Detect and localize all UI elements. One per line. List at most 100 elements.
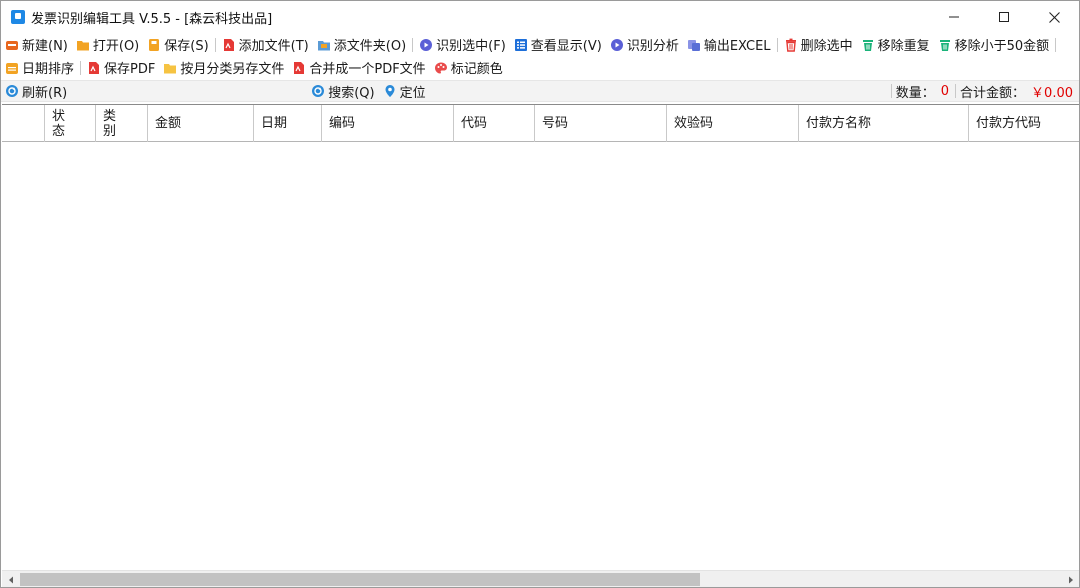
search-label: 搜索(Q) — [328, 85, 375, 101]
count-label: 数量： — [895, 85, 935, 101]
remove-duplicate-label: 移除重复 — [877, 39, 930, 54]
column-header-code[interactable]: 代码 — [454, 105, 535, 142]
add-file-button[interactable]: 添加文件(T) — [218, 34, 313, 56]
location-pin-icon — [383, 84, 397, 98]
new-label: 新建(N) — [22, 39, 68, 54]
app-logo-icon — [11, 10, 25, 24]
date-sort-label: 日期排序 — [22, 62, 75, 77]
add-file-label: 添加文件(T) — [238, 39, 309, 54]
date-sort-icon — [5, 61, 19, 75]
maximize-icon — [999, 12, 1009, 22]
toolbar-separator — [80, 60, 82, 75]
delete-selected-button[interactable]: 删除选中 — [780, 34, 857, 56]
table-header: 状态 类别 金额 日期 编码 代码 号码 效验码 付款方名称 付款方代码 — [2, 105, 1079, 142]
save-pdf-button[interactable]: 保存PDF — [83, 57, 159, 79]
remove-small-amount-button[interactable]: 移除小于50金额 — [934, 34, 1054, 56]
scroll-left-button[interactable] — [2, 571, 19, 588]
horizontal-scrollbar[interactable] — [2, 570, 1079, 587]
export-excel-label: 输出EXCEL — [703, 39, 771, 54]
remove-duplicate-button[interactable]: 移除重复 — [857, 34, 934, 56]
search-icon — [311, 84, 325, 98]
pdf-add-icon — [222, 38, 236, 52]
recognize-icon — [419, 38, 433, 52]
view-display-button[interactable]: 查看显示(V) — [510, 34, 606, 56]
column-header-serial[interactable]: 编码 — [322, 105, 454, 142]
window-controls — [929, 1, 1079, 33]
save-button[interactable]: 保存(S) — [143, 34, 212, 56]
refresh-label: 刷新(R) — [22, 85, 68, 101]
scroll-right-button[interactable] — [1062, 571, 1079, 588]
locate-label: 定位 — [399, 85, 426, 101]
count-value: 0 — [940, 83, 950, 99]
mark-color-label: 标记颜色 — [450, 62, 503, 77]
column-header-date[interactable]: 日期 — [254, 105, 322, 142]
search-toolbar: 刷新(R) 搜索(Q) 定位 数量： 0 合计金额： ￥0.00 — [1, 80, 1079, 102]
invoice-table[interactable]: 状态 类别 金额 日期 编码 代码 号码 效验码 付款方名称 付款方代码 — [2, 104, 1079, 569]
add-folder-button[interactable]: 添文件夹(O) — [313, 34, 410, 56]
toolbar-separator — [1055, 37, 1057, 52]
open-button[interactable]: 打开(O) — [72, 34, 143, 56]
pdf-save-icon — [87, 61, 101, 75]
recognize-selected-label: 识别选中(F) — [436, 39, 506, 54]
column-header-number[interactable]: 号码 — [535, 105, 667, 142]
toolbar-separator — [214, 37, 216, 52]
remove-duplicate-icon — [861, 38, 875, 52]
delete-selected-label: 删除选中 — [800, 39, 853, 54]
maximize-button[interactable] — [979, 1, 1029, 33]
secondary-toolbar: 日期排序 保存PDF 按月分类另存文件 合并成一个PDF文件 标记颜色 — [1, 56, 507, 79]
new-button[interactable]: 新建(N) — [1, 34, 72, 56]
folder-open-icon — [76, 38, 90, 52]
save-by-month-label: 按月分类另存文件 — [180, 62, 285, 77]
remove-small-amount-label: 移除小于50金额 — [954, 39, 1050, 54]
app-window: 发票识别编辑工具 V.5.5 - [森云科技出品] 新建(N) 打开(O) 保存… — [0, 0, 1080, 588]
merge-pdf-label: 合并成一个PDF文件 — [309, 62, 426, 77]
view-display-label: 查看显示(V) — [530, 39, 602, 54]
total-amount-value: ￥0.00 — [1031, 85, 1073, 101]
merge-pdf-button[interactable]: 合并成一个PDF文件 — [288, 57, 429, 79]
close-button[interactable] — [1029, 1, 1079, 33]
summary-area: 数量： 0 合计金额： ￥0.00 — [890, 81, 1079, 101]
excel-export-icon — [687, 38, 701, 52]
window-title: 发票识别编辑工具 V.5.5 - [森云科技出品] — [31, 11, 273, 27]
column-header-check-code[interactable]: 效验码 — [667, 105, 799, 142]
scroll-left-icon — [8, 576, 13, 583]
column-header-status[interactable]: 状态 — [45, 105, 96, 142]
title-bar[interactable]: 发票识别编辑工具 V.5.5 - [森云科技出品] — [1, 1, 1079, 33]
scrollbar-thumb[interactable] — [20, 573, 700, 586]
palette-icon — [434, 61, 448, 75]
pdf-merge-icon — [292, 61, 306, 75]
column-header-payer-name[interactable]: 付款方名称 — [799, 105, 969, 142]
toolbar-separator — [776, 37, 778, 52]
toolbar-separator — [412, 37, 414, 52]
analyze-button[interactable]: 识别分析 — [606, 34, 683, 56]
folder-month-icon — [163, 61, 177, 75]
date-sort-button[interactable]: 日期排序 — [1, 57, 78, 79]
save-pdf-label: 保存PDF — [104, 62, 156, 77]
minimize-button[interactable] — [929, 1, 979, 33]
scroll-right-icon — [1068, 576, 1073, 583]
new-icon — [5, 38, 19, 52]
export-excel-button[interactable]: 输出EXCEL — [683, 34, 775, 56]
column-header-row-indicator[interactable] — [2, 105, 45, 142]
column-header-payer-code[interactable]: 付款方代码 — [969, 105, 1079, 142]
column-header-amount[interactable]: 金额 — [148, 105, 254, 142]
mark-color-button[interactable]: 标记颜色 — [430, 57, 507, 79]
column-header-category[interactable]: 类别 — [96, 105, 148, 142]
minimize-icon — [949, 16, 959, 18]
view-list-icon — [514, 38, 528, 52]
save-label: 保存(S) — [164, 39, 209, 54]
main-toolbar: 新建(N) 打开(O) 保存(S) 添加文件(T) 添文件夹(O) 识别选中(F… — [1, 33, 1079, 56]
save-icon — [147, 38, 161, 52]
open-label: 打开(O) — [92, 39, 140, 54]
close-icon — [1048, 11, 1060, 23]
search-button[interactable]: 搜索(Q) — [307, 80, 378, 102]
recognize-selected-button[interactable]: 识别选中(F) — [415, 34, 510, 56]
locate-button[interactable]: 定位 — [379, 80, 430, 102]
refresh-icon — [5, 84, 19, 98]
analyze-label: 识别分析 — [626, 39, 679, 54]
trash-icon — [784, 38, 798, 52]
save-by-month-button[interactable]: 按月分类另存文件 — [159, 57, 288, 79]
add-folder-label: 添文件夹(O) — [333, 39, 407, 54]
total-amount-label: 合计金额： — [960, 85, 1026, 101]
refresh-button[interactable]: 刷新(R) — [1, 80, 71, 102]
